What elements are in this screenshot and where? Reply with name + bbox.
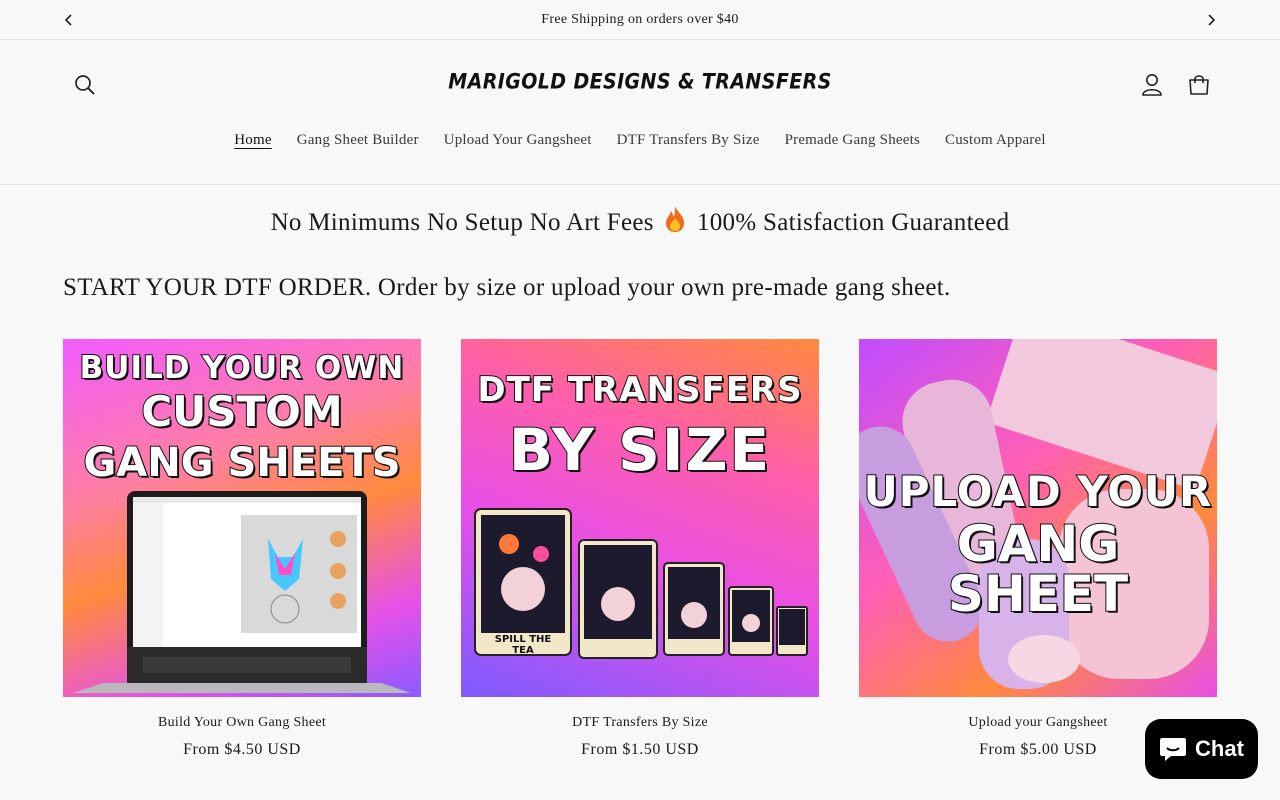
- nav-gang-sheet-builder[interactable]: Gang Sheet Builder: [297, 132, 419, 149]
- cart-button[interactable]: [1184, 70, 1214, 100]
- nav-premade-gang-sheets[interactable]: Premade Gang Sheets: [785, 132, 920, 149]
- announcement-text: Free Shipping on orders over $40: [541, 11, 739, 27]
- fire-emoji-icon: [664, 205, 686, 240]
- nav-upload-gangsheet[interactable]: Upload Your Gangsheet: [444, 132, 592, 149]
- search-button[interactable]: [70, 70, 100, 100]
- site-logo[interactable]: MARIGOLD DESIGNS & TRANSFERS: [440, 70, 840, 95]
- product-price: From $4.50 USD: [183, 741, 301, 758]
- account-icon: [1142, 74, 1162, 96]
- promo-banner: No Minimums No Setup No Art Fees 100% Sa…: [0, 205, 1280, 240]
- promo-text-right: 100% Satisfaction Guaranteed: [696, 209, 1010, 236]
- chat-button[interactable]: Chat: [1145, 719, 1258, 779]
- product-image-upload-gangsheet[interactable]: UPLOAD YOUR GANG SHEET: [859, 339, 1217, 697]
- nav-custom-apparel[interactable]: Custom Apparel: [945, 132, 1046, 149]
- prev-announcement-button[interactable]: [60, 11, 78, 29]
- announcement-bar: Free Shipping on orders over $40: [0, 0, 1280, 40]
- nav-home[interactable]: Home: [234, 132, 271, 149]
- product-title[interactable]: Build Your Own Gang Sheet: [63, 715, 421, 731]
- card-caption: SPILL THE TEA: [494, 634, 552, 656]
- image-text: GANG SHEET: [947, 515, 1129, 623]
- product-price: From $1.50 USD: [581, 741, 699, 758]
- product-image-build-gang-sheet[interactable]: BUILD YOUR OWN CUSTOM GANG SHEETS: [63, 339, 421, 697]
- nav-dtf-transfers-by-size[interactable]: DTF Transfers By Size: [617, 132, 760, 149]
- promo-text-left: No Minimums No Setup No Art Fees: [270, 209, 654, 236]
- main-nav: Home Gang Sheet Builder Upload Your Gang…: [0, 132, 1280, 149]
- chat-bubble-icon: [1160, 738, 1187, 761]
- image-text: UPLOAD YOUR: [863, 467, 1213, 516]
- product-card-dtf-by-size[interactable]: DTF TRANSFERS BY SIZE SPILL THE TEA DTF …: [461, 339, 819, 759]
- section-title: START YOUR DTF ORDER. Order by size or u…: [63, 274, 951, 301]
- laptop-illustration: [73, 491, 411, 693]
- product-title[interactable]: DTF Transfers By Size: [461, 715, 819, 731]
- search-icon: [75, 75, 95, 95]
- account-button[interactable]: [1137, 70, 1167, 100]
- chevron-left-icon: [64, 14, 72, 26]
- product-image-dtf-by-size[interactable]: DTF TRANSFERS BY SIZE SPILL THE TEA: [461, 339, 819, 697]
- chat-label: Chat: [1195, 736, 1244, 761]
- product-card-upload-gangsheet[interactable]: UPLOAD YOUR GANG SHEET Upload your Gangs…: [859, 339, 1217, 759]
- cart-icon: [1189, 75, 1209, 95]
- chevron-right-icon: [1208, 14, 1216, 26]
- next-announcement-button[interactable]: [1202, 11, 1220, 29]
- product-card-build-gang-sheet[interactable]: BUILD YOUR OWN CUSTOM GANG SHEETS Build …: [63, 339, 421, 759]
- site-header: MARIGOLD DESIGNS & TRANSFERS Home Gang S…: [0, 41, 1280, 185]
